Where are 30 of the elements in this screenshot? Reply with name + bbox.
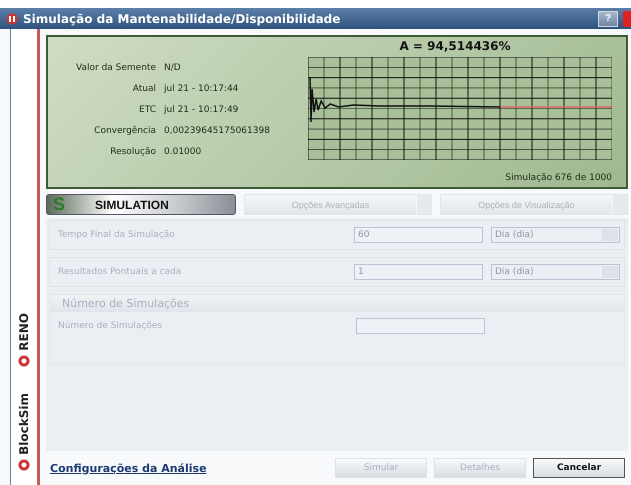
options-tab[interactable]: Opções de Visualização	[440, 194, 628, 215]
status-value: jul 21 - 10:17:44	[164, 84, 240, 94]
logo-icon	[6, 12, 18, 24]
section-title: Número de Simulações	[50, 295, 624, 312]
dialog-button[interactable]: Cancelar	[533, 458, 625, 478]
status-value: N/D	[164, 63, 182, 73]
window-title: Simulação da Mantenabilidade/Disponibilidade	[23, 12, 342, 26]
status-value: jul 21 - 10:17:49	[164, 105, 240, 115]
logo-icon	[18, 459, 30, 471]
status-label: Atual	[132, 84, 156, 94]
logo-letter: S	[53, 194, 66, 215]
simulation-tab[interactable]: S SIMULATION	[46, 194, 236, 215]
brand-text: BlockSim	[17, 393, 31, 455]
field-label: Tempo Final da Simulação	[58, 230, 176, 240]
status-value: 0.01000	[164, 147, 202, 157]
field-label: Resultados Pontuais a cada	[58, 267, 182, 277]
status-label: Convergência	[93, 126, 156, 136]
status-label: Valor da Semente	[75, 63, 156, 73]
settings-link[interactable]: Configurações da Análise	[50, 462, 328, 474]
logo-icon	[18, 355, 30, 368]
progress-text: Simulação 676 de 1000	[505, 172, 612, 183]
field-label: Número de Simulações	[58, 321, 164, 331]
close-button[interactable]	[623, 10, 631, 26]
status-label: Resolução	[109, 147, 156, 157]
status-value: 0,00239645175061398	[164, 126, 271, 136]
help-button[interactable]: ?	[598, 10, 618, 26]
options-tab[interactable]: Opções Avançadas	[244, 194, 432, 215]
brand-text: RENO	[17, 313, 31, 352]
status-label: ETC	[138, 105, 156, 115]
availability-headline: A = 94,514436%	[398, 38, 512, 55]
